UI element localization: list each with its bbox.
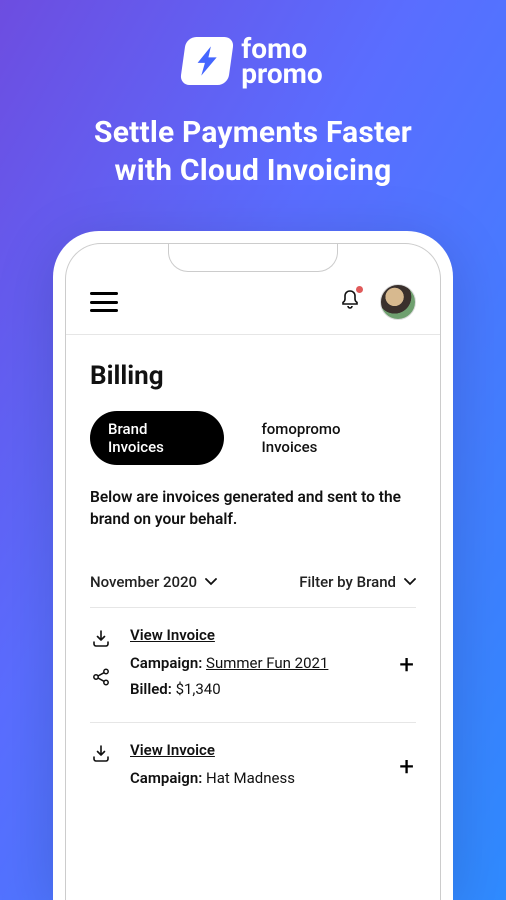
tab-fomopromo-invoices[interactable]: fomopromo Invoices xyxy=(244,411,417,465)
promo-background: fomo promo Settle Payments Faster with C… xyxy=(0,0,506,900)
invoice-row: View Invoice Campaign: Summer Fun 2021 B… xyxy=(66,608,440,722)
expand-button[interactable]: + xyxy=(399,652,414,678)
download-button[interactable] xyxy=(90,743,112,765)
chevron-down-icon xyxy=(404,578,416,586)
logo-text: fomo promo xyxy=(241,36,322,86)
view-invoice-link[interactable]: View Invoice xyxy=(130,741,215,759)
notifications-button[interactable] xyxy=(338,288,362,316)
menu-icon[interactable] xyxy=(90,292,118,312)
phone-screen: Billing Brand Invoices fomopromo Invoice… xyxy=(65,243,441,900)
brand-filter[interactable]: Filter by Brand xyxy=(299,573,416,591)
page-title: Billing xyxy=(66,335,440,411)
invoice-row: View Invoice Campaign: Hat Madness + xyxy=(66,723,440,811)
download-icon xyxy=(91,744,111,764)
tabs: Brand Invoices fomopromo Invoices xyxy=(66,411,440,481)
avatar[interactable] xyxy=(380,284,416,320)
invoice-campaign: Campaign: Hat Madness xyxy=(130,769,416,787)
download-icon xyxy=(91,629,111,649)
date-filter[interactable]: November 2020 xyxy=(90,573,217,591)
invoice-billed: Billed: $1,340 xyxy=(130,680,416,698)
invoice-campaign: Campaign: Summer Fun 2021 xyxy=(130,654,416,672)
headline: Settle Payments Faster with Cloud Invoic… xyxy=(94,114,412,189)
date-filter-label: November 2020 xyxy=(90,573,197,591)
view-invoice-link[interactable]: View Invoice xyxy=(130,626,215,644)
tab-description: Below are invoices generated and sent to… xyxy=(66,481,440,530)
phone-notch xyxy=(168,244,338,272)
tab-brand-invoices[interactable]: Brand Invoices xyxy=(90,411,224,465)
logo-mark xyxy=(180,37,235,85)
expand-button[interactable]: + xyxy=(399,754,414,780)
phone-frame: Billing Brand Invoices fomopromo Invoice… xyxy=(53,231,453,900)
bolt-icon xyxy=(194,46,220,76)
share-button[interactable] xyxy=(90,666,112,688)
download-button[interactable] xyxy=(90,628,112,650)
filters-row: November 2020 Filter by Brand xyxy=(66,531,440,607)
share-icon xyxy=(91,667,111,687)
brand-logo: fomo promo xyxy=(183,36,322,86)
chevron-down-icon xyxy=(205,578,217,586)
phone-mockup: Billing Brand Invoices fomopromo Invoice… xyxy=(53,231,453,900)
brand-filter-label: Filter by Brand xyxy=(299,573,396,591)
